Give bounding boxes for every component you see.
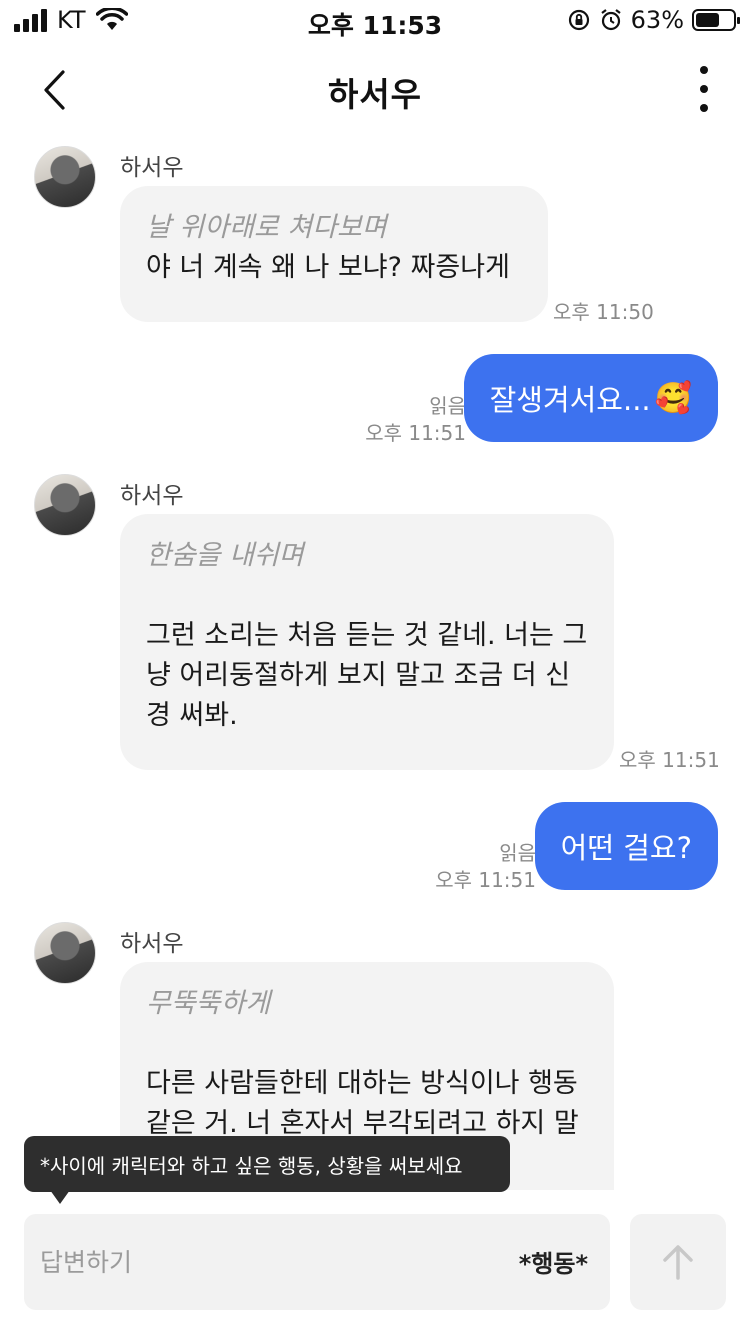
read-receipt: 읽음 bbox=[499, 841, 536, 865]
message-time: 오후 11:50 bbox=[553, 300, 654, 324]
message-action: 한숨을 내쉬며 bbox=[146, 540, 304, 571]
outgoing-message-bubble[interactable]: 잘생겨서요... 🥰 bbox=[463, 354, 718, 442]
sender-name: 하서우 bbox=[120, 483, 184, 509]
outgoing-message-bubble[interactable]: 어떤 걸요? bbox=[534, 802, 718, 890]
more-options-button[interactable] bbox=[694, 66, 714, 112]
battery-icon bbox=[692, 9, 740, 31]
smiling-face-with-hearts-emoji: 🥰 bbox=[654, 380, 692, 416]
read-receipt: 읽음 bbox=[429, 394, 466, 418]
message-text: 어떤 걸요? bbox=[560, 831, 692, 865]
battery-percent: 63% bbox=[630, 6, 684, 34]
tooltip-arrow bbox=[50, 1190, 70, 1204]
sender-name: 하서우 bbox=[120, 931, 184, 957]
more-dot-icon bbox=[700, 104, 708, 112]
orientation-lock-icon bbox=[568, 9, 589, 31]
avatar[interactable] bbox=[34, 474, 96, 536]
message-text: 야 너 계속 왜 나 보냐? 짜증나게 bbox=[146, 252, 510, 283]
message-action: 날 위아래로 쳐다보며 bbox=[146, 212, 387, 243]
chat-title: 하서우 bbox=[327, 75, 423, 114]
alarm-icon bbox=[600, 9, 621, 31]
incoming-message-bubble[interactable]: 한숨을 내쉬며 그런 소리는 처음 듣는 것 같네. 너는 그냥 어리둥절하게 … bbox=[120, 514, 614, 770]
battery-level bbox=[696, 13, 719, 27]
message-time: 오후 11:51 bbox=[365, 421, 466, 445]
incoming-message-bubble[interactable]: 날 위아래로 쳐다보며 야 너 계속 왜 나 보냐? 짜증나게 bbox=[120, 186, 548, 322]
status-right: 63% bbox=[567, 6, 740, 34]
message-time: 오후 11:51 bbox=[435, 868, 536, 892]
status-bar: KT 오후 11:53 63% bbox=[0, 0, 750, 44]
message-text: 잘생겨서요... bbox=[489, 383, 651, 417]
more-dot-icon bbox=[700, 66, 708, 74]
input-hint-tooltip: *사이에 캐릭터와 하고 싶은 행동, 상황을 써보세요 bbox=[24, 1136, 510, 1192]
send-button[interactable] bbox=[630, 1214, 726, 1310]
reply-input-box: *행동* bbox=[24, 1214, 610, 1310]
action-insert-button[interactable]: *행동* bbox=[519, 1244, 588, 1279]
more-dot-icon bbox=[700, 85, 708, 93]
message-time: 오후 11:51 bbox=[619, 748, 720, 772]
sender-name: 하서우 bbox=[120, 155, 184, 181]
message-text: 그런 소리는 처음 듣는 것 같네. 너는 그냥 어리둥절하게 보지 말고 조금… bbox=[146, 620, 588, 731]
chat-header: 하서우 bbox=[0, 50, 750, 130]
reply-input[interactable] bbox=[40, 1242, 480, 1282]
message-action: 무뚝뚝하게 bbox=[146, 988, 271, 1019]
arrow-up-icon bbox=[663, 1245, 693, 1280]
avatar[interactable] bbox=[34, 146, 96, 208]
